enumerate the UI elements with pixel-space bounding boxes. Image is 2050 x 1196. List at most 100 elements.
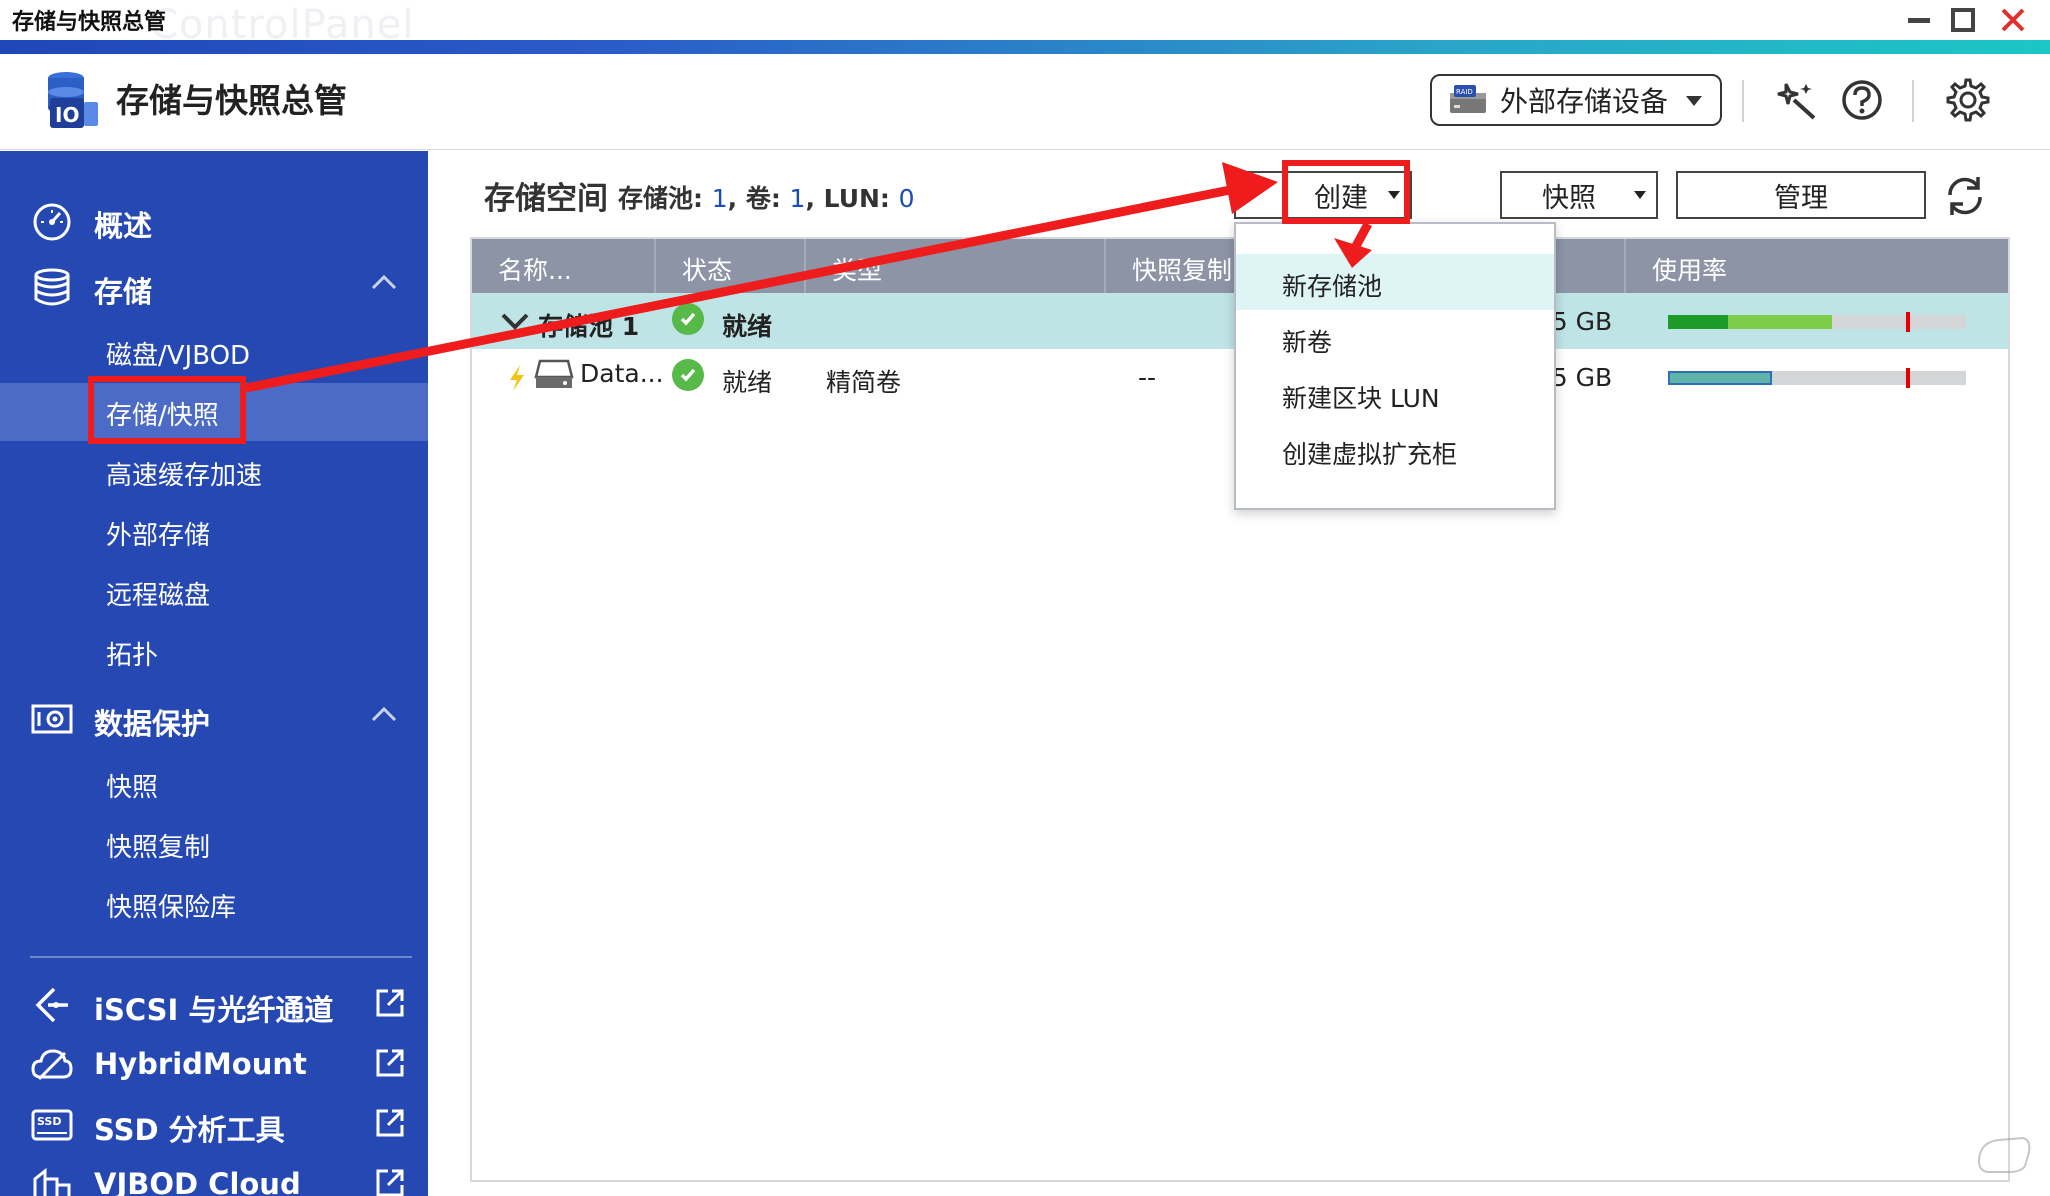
nav-snapshot-vault-label: 快照保险库 <box>106 893 237 923</box>
settings-button[interactable] <box>1942 74 1994 126</box>
external-link-icon <box>376 1169 404 1196</box>
chevron-down-icon[interactable] <box>500 311 530 333</box>
snapshot-dropdown-button[interactable]: 快照 <box>1500 171 1658 219</box>
svg-text:IO: IO <box>55 103 79 127</box>
menu-item-new-storage-pool[interactable]: 新存储池 <box>1236 254 1554 310</box>
col-header-usage[interactable]: 使用率 <box>1626 239 2008 293</box>
chevron-up-icon[interactable] <box>370 705 398 723</box>
external-link-icon <box>376 989 404 1017</box>
maximize-icon <box>1951 8 1975 32</box>
watermark-logo <box>1977 1136 2031 1173</box>
nav-data-protection[interactable]: 数据保护 <box>0 689 428 749</box>
snapshot-button-label: 快照 <box>1542 182 1596 214</box>
lightning-icon <box>510 365 524 391</box>
pool-count: 1 <box>711 184 728 213</box>
speedometer-icon <box>30 201 74 241</box>
col-header-type[interactable]: 类型 <box>806 239 1106 293</box>
window-title-bar: ControlPanel 存储与快照总管 <box>0 0 2050 48</box>
nav-external-storage-label: 外部存储 <box>106 521 211 551</box>
cloud-icon <box>30 1045 74 1085</box>
minimize-icon <box>1908 18 1930 23</box>
ssd-icon: SSD <box>30 1105 74 1145</box>
external-storage-label: 外部存储设备 <box>1500 85 1669 118</box>
nav-snapshot-vault[interactable]: 快照保险库 <box>0 875 428 933</box>
lun-count: 0 <box>898 184 915 213</box>
gear-icon <box>1946 78 1990 122</box>
nav-disk-vjbod-label: 磁盘/VJBOD <box>106 341 251 371</box>
usage-threshold-marker <box>1906 368 1911 388</box>
menu-item-new-block-lun[interactable]: 新建区块 LUN <box>1236 366 1554 422</box>
window-title: 存储与快照总管 <box>12 10 167 35</box>
vjbod-cloud-icon <box>30 1165 74 1196</box>
nav-topology[interactable]: 拓扑 <box>0 623 428 681</box>
iscsi-icon <box>30 985 74 1025</box>
sidebar: 概述 存储 磁盘/VJBOD 存储/快照 高速缓存加速 外部存储 远程磁盘 拓扑… <box>0 151 428 1196</box>
section-title: 存储空间 <box>484 181 608 217</box>
volume-count: 1 <box>789 184 806 213</box>
menu-item-new-volume[interactable]: 新卷 <box>1236 310 1554 366</box>
nav-iscsi-fc[interactable]: iSCSI 与光纤通道 <box>0 975 428 1035</box>
magic-wand-icon <box>1777 83 1816 120</box>
volume-snapshot-replica: -- <box>1138 363 1157 392</box>
nav-snapshot-replica[interactable]: 快照复制 <box>0 815 428 873</box>
external-link-icon <box>376 1109 404 1137</box>
create-dropdown-menu: 新存储池 新卷 新建区块 LUN 创建虚拟扩充柜 <box>1234 222 1556 510</box>
nav-overview-label: 概述 <box>94 209 153 243</box>
header-separator-2 <box>1912 80 1914 122</box>
app-title: 存储与快照总管 <box>116 81 347 120</box>
nav-ssd-profiling-label: SSD 分析工具 <box>94 1113 285 1147</box>
database-icon <box>30 267 74 307</box>
col-header-name[interactable]: 名称... <box>472 239 656 293</box>
raid-device-icon: RAID <box>1450 85 1486 113</box>
annotation-highlight-create <box>1282 160 1410 224</box>
nav-ssd-profiling[interactable]: SSD SSD 分析工具 <box>0 1095 428 1155</box>
nav-data-protection-label: 数据保护 <box>94 707 211 741</box>
menu-item-create-virtual-jbod[interactable]: 创建虚拟扩充柜 <box>1236 422 1554 478</box>
annotation-highlight-storage-snapshot <box>88 376 246 444</box>
check-circle-icon <box>672 303 704 335</box>
nav-storage-label: 存储 <box>94 275 153 309</box>
sidebar-divider <box>30 956 412 958</box>
minimize-button[interactable] <box>1902 4 1936 36</box>
nav-hybridmount[interactable]: HybridMount <box>0 1035 428 1095</box>
manage-button[interactable]: 管理 <box>1676 171 1926 219</box>
storage-stats: 存储池: 1, 卷: 1, LUN: 0 <box>618 184 915 213</box>
maximize-button[interactable] <box>1946 4 1980 36</box>
nav-vjbod-cloud[interactable]: VJBOD Cloud <box>0 1155 428 1196</box>
app-storage-icon: IO <box>48 72 98 128</box>
camera-icon <box>30 699 74 739</box>
pool-status: 就绪 <box>722 312 773 341</box>
svg-text:SSD: SSD <box>37 1115 61 1128</box>
chevron-down-icon <box>1686 96 1702 106</box>
nav-remote-disk[interactable]: 远程磁盘 <box>0 563 428 621</box>
nav-cache-acceleration[interactable]: 高速缓存加速 <box>0 443 428 501</box>
nav-snapshot-label: 快照 <box>106 773 159 803</box>
external-storage-button[interactable]: RAID 外部存储设备 <box>1430 74 1722 126</box>
magic-wand-button[interactable] <box>1772 74 1824 126</box>
help-button[interactable] <box>1836 74 1888 126</box>
nav-remote-disk-label: 远程磁盘 <box>106 581 211 611</box>
title-gradient-bar <box>0 40 2050 54</box>
nav-disk-vjbod[interactable]: 磁盘/VJBOD <box>0 323 428 381</box>
chevron-up-icon[interactable] <box>370 273 398 291</box>
close-icon <box>2001 8 2025 32</box>
refresh-icon[interactable] <box>1942 173 1988 219</box>
volume-type: 精简卷 <box>826 368 902 397</box>
nav-external-storage[interactable]: 外部存储 <box>0 503 428 561</box>
chevron-down-icon <box>1634 191 1646 199</box>
nav-snapshot[interactable]: 快照 <box>0 755 428 813</box>
nav-hybridmount-label: HybridMount <box>94 1047 307 1081</box>
col-header-status[interactable]: 状态 <box>656 239 806 293</box>
nav-iscsi-fc-label: iSCSI 与光纤通道 <box>94 993 334 1027</box>
nav-cache-acceleration-label: 高速缓存加速 <box>106 461 263 491</box>
volume-name: Data... <box>580 359 664 388</box>
nav-storage[interactable]: 存储 <box>0 257 428 317</box>
volume-status: 就绪 <box>722 368 773 397</box>
raid-badge-label: RAID <box>1456 88 1473 96</box>
help-icon <box>1842 80 1882 120</box>
volume-drive-icon <box>534 359 574 388</box>
check-circle-icon <box>672 359 704 391</box>
nav-overview[interactable]: 概述 <box>0 191 428 251</box>
close-button[interactable] <box>1996 4 2030 36</box>
nav-topology-label: 拓扑 <box>106 641 159 671</box>
